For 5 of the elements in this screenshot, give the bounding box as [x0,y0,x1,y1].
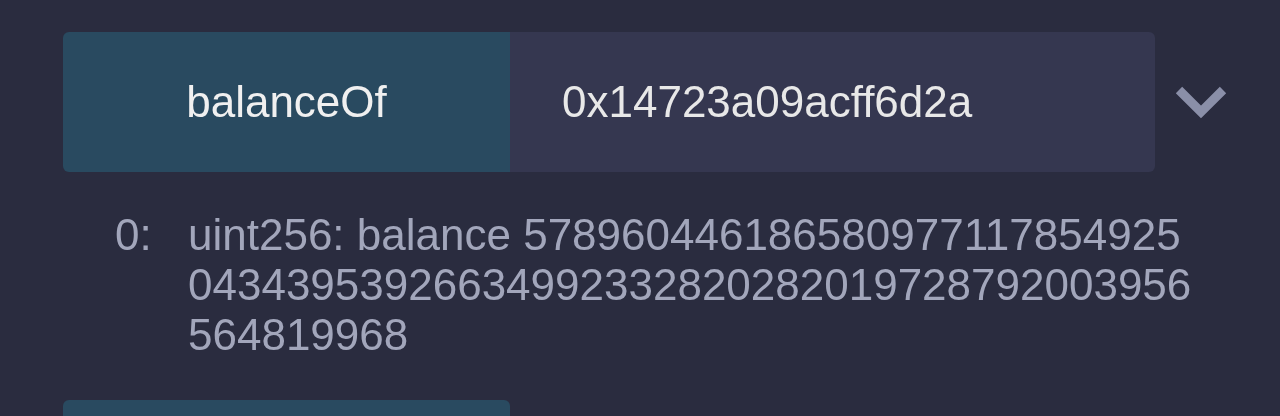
output-value: uint256: balance 57896044618658097711785492504343953926634992332820282019728792003956564819968 [188,210,1193,360]
output-index: 0: [115,210,153,261]
function-button[interactable]: balanceOf [63,32,510,172]
chevron-icon[interactable] [1175,84,1227,120]
address-input-field[interactable]: 0x14723a09acff6d2a [510,32,1155,172]
